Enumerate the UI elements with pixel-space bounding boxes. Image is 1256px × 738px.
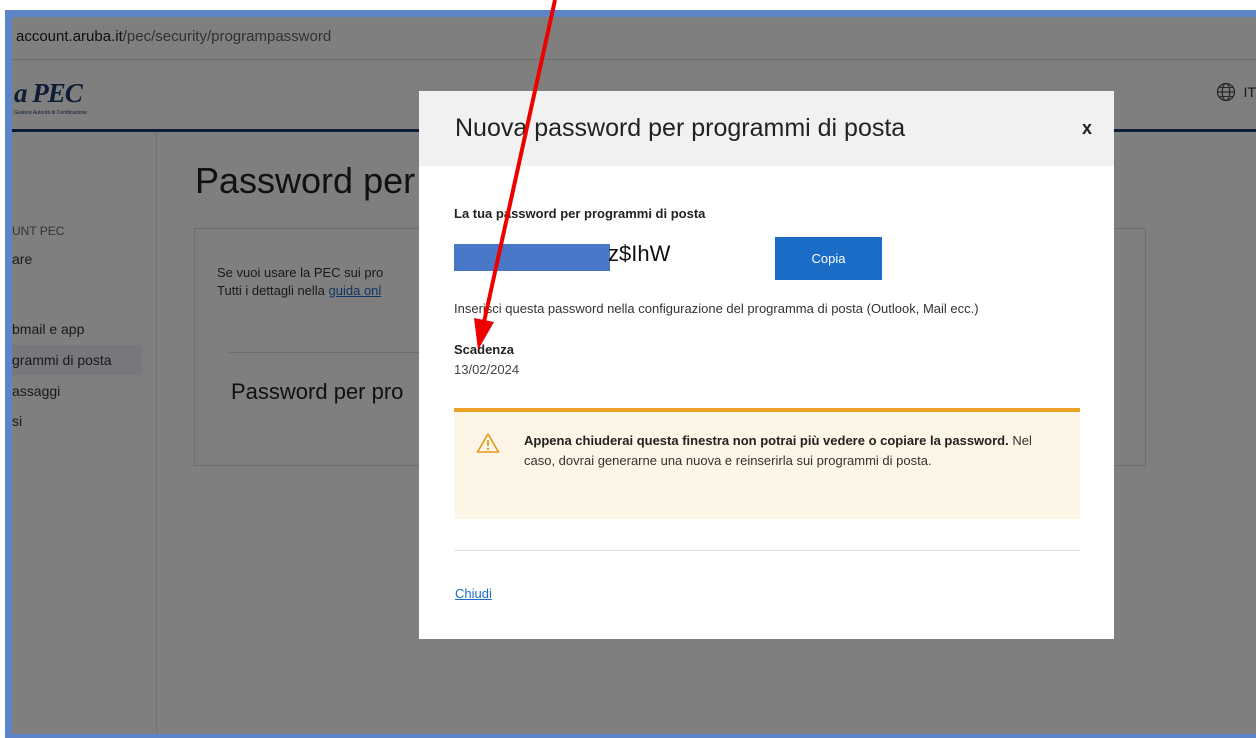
expiry-label: Scadenza: [454, 342, 514, 357]
browser-viewport: account.aruba.it/pec/security/programpas…: [12, 17, 1256, 734]
close-icon[interactable]: x: [1082, 118, 1092, 139]
password-label: La tua password per programmi di posta: [454, 206, 706, 221]
close-link[interactable]: Chiudi: [455, 586, 492, 601]
modal-footer-divider: [454, 550, 1080, 551]
warning-icon: [476, 433, 500, 453]
modal-title: Nuova password per programmi di posta: [455, 114, 906, 142]
new-password-modal: Nuova password per programmi di posta x …: [419, 91, 1114, 639]
copy-button[interactable]: Copia: [775, 237, 882, 280]
password-hint: Inserisci questa password nella configur…: [454, 301, 979, 316]
expiry-date: 13/02/2024: [454, 362, 520, 377]
warning-bold-text: Appena chiuderai questa finestra non pot…: [524, 433, 1009, 448]
password-redaction: [454, 244, 610, 271]
password-value: z$IhW: [608, 241, 671, 266]
warning-text: Appena chiuderai questa finestra non pot…: [524, 431, 1044, 471]
modal-header: Nuova password per programmi di posta x: [419, 91, 1114, 166]
warning-box: Appena chiuderai questa finestra non pot…: [454, 408, 1080, 519]
